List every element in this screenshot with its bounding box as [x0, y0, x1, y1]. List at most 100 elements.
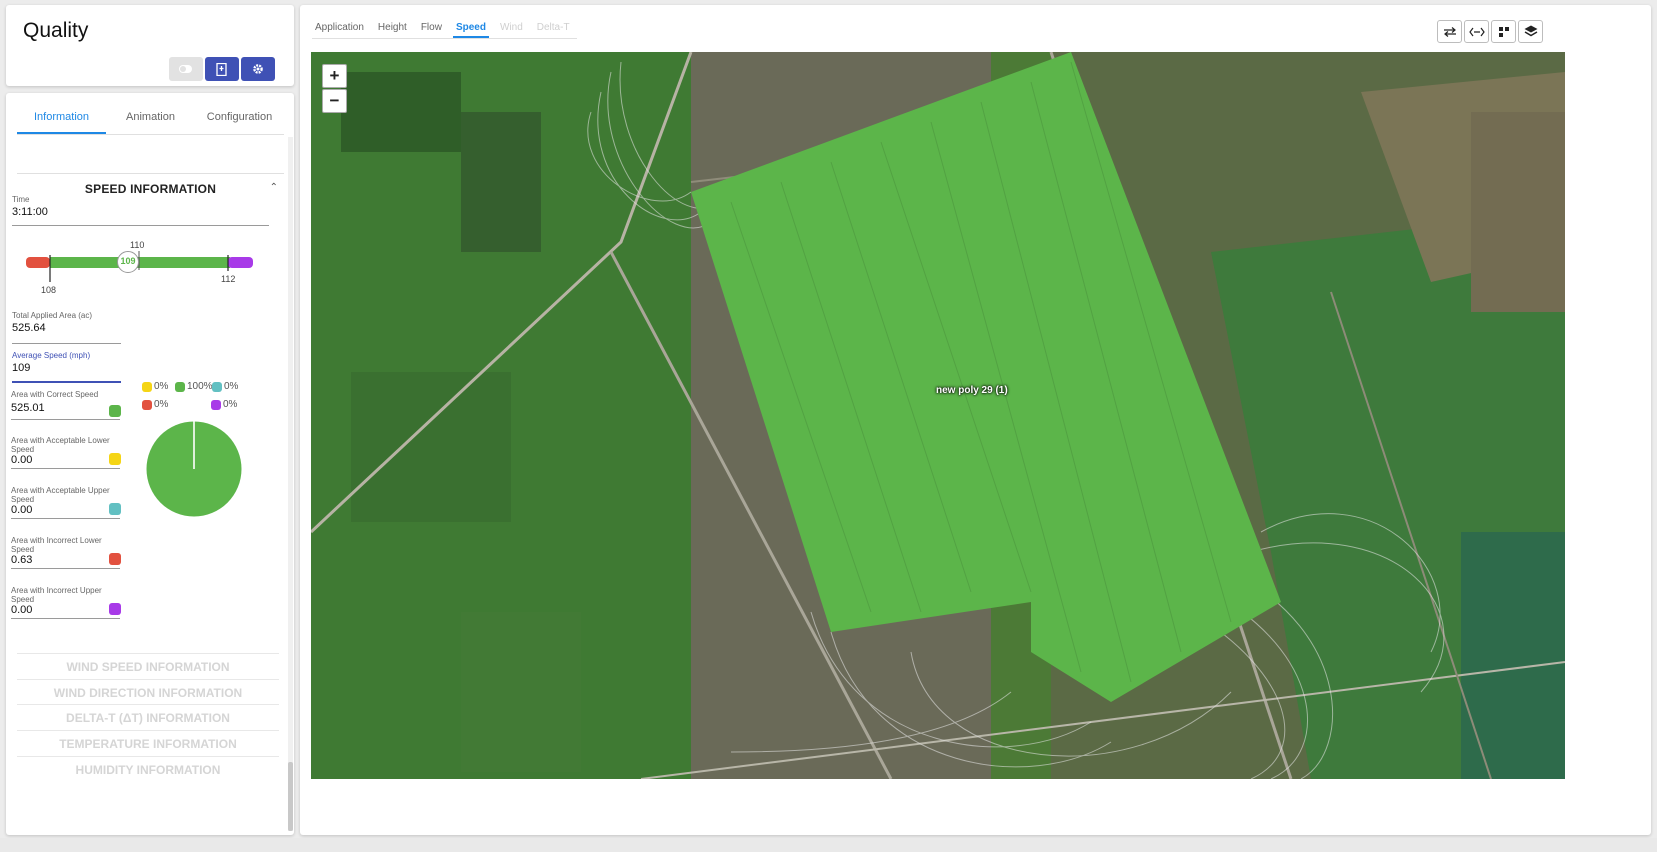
area-value: 0.00: [11, 604, 33, 616]
area-underline: [11, 518, 120, 519]
report-icon: [216, 62, 227, 76]
legend-teal-value: 0%: [224, 381, 239, 392]
legend-purple: 0%: [211, 399, 237, 410]
area-underline: [11, 618, 120, 619]
area-row-correct: Area with Correct Speed 525.01: [11, 390, 121, 420]
legend-yellow: 0%: [142, 381, 168, 392]
area-label: Area with Incorrect Upper Speed: [11, 586, 102, 604]
wind-speed-section[interactable]: WIND SPEED INFORMATION: [17, 653, 279, 679]
area-value: 525.01: [11, 402, 45, 414]
scrollbar-thumb[interactable]: [288, 762, 293, 831]
time-value: 3:11:00: [12, 206, 48, 218]
gauge-tick-top: 110: [130, 240, 145, 250]
legend-teal-swatch: [212, 381, 222, 392]
average-speed-field[interactable]: Average Speed (mph) 109: [12, 351, 121, 383]
panel-tabs: Information Animation Configuration: [17, 99, 284, 135]
tab-information[interactable]: Information: [17, 99, 106, 134]
grid-icon: [1498, 26, 1509, 37]
settings-button[interactable]: [241, 57, 275, 81]
map-imagery: [311, 52, 1565, 779]
tab-animation[interactable]: Animation: [106, 99, 195, 134]
layers-icon: [1524, 25, 1537, 37]
satellite-map[interactable]: + − new poly 29 (1): [311, 52, 1565, 779]
zoom-out-button[interactable]: −: [322, 89, 347, 113]
area-underline: [11, 468, 120, 469]
total-area-value: 525.64: [12, 322, 46, 334]
legend-red-swatch: [142, 399, 152, 410]
chevron-up-icon[interactable]: ⌃: [270, 182, 278, 193]
area-underline: [11, 568, 120, 569]
legend-red-value: 0%: [154, 399, 169, 410]
area-label: Area with Acceptable Upper Speed: [11, 486, 110, 504]
gauge-current: 109: [120, 256, 136, 266]
info-panel: Information Animation Configuration SPEE…: [6, 93, 294, 835]
bottom-strip: [0, 838, 1657, 852]
correct-color-swatch: [109, 405, 121, 417]
area-label: Area with Incorrect Lower Speed: [11, 536, 102, 554]
polygon-label: new poly 29 (1): [936, 385, 1008, 396]
tab-delta-t: Delta-T: [536, 22, 570, 33]
incorrect-upper-color-swatch: [109, 603, 121, 615]
area-row-incorrect-lower: Area with Incorrect Lower Speed 0.63: [11, 536, 121, 570]
area-row-incorrect-upper: Area with Incorrect Upper Speed 0.00: [11, 586, 121, 620]
average-speed-value[interactable]: 109: [12, 362, 121, 374]
area-row-acceptable-lower: Area with Acceptable Lower Speed 0.00: [11, 436, 121, 470]
gear-icon: [253, 64, 263, 74]
tab-height[interactable]: Height: [375, 19, 410, 38]
legend-red: 0%: [142, 399, 168, 410]
average-speed-label: Average Speed (mph): [12, 351, 91, 360]
area-value: 0.00: [11, 454, 33, 466]
legend-toggle-button[interactable]: [1491, 20, 1516, 43]
layers-button[interactable]: [1518, 20, 1543, 43]
area-value: 0.00: [11, 504, 33, 516]
toggle-button[interactable]: [169, 57, 203, 81]
report-button[interactable]: [205, 57, 239, 81]
acceptable-lower-color-swatch: [109, 453, 121, 465]
tab-speed[interactable]: Speed: [452, 19, 489, 38]
speed-pie-chart: [146, 421, 242, 517]
zoom-in-button[interactable]: +: [322, 64, 347, 88]
legend-green-swatch: [175, 381, 185, 392]
temperature-section[interactable]: TEMPERATURE INFORMATION: [17, 730, 279, 756]
legend-teal: 0%: [212, 381, 238, 392]
area-row-acceptable-upper: Area with Acceptable Upper Speed 0.00: [11, 486, 121, 520]
map-panel: Application Height Flow Speed Wind Delta…: [300, 5, 1651, 835]
swap-arrows-icon: [1443, 26, 1456, 37]
total-area-underline: [12, 343, 121, 344]
area-label: Area with Acceptable Lower Speed: [11, 436, 110, 454]
area-value: 0.63: [11, 554, 33, 566]
total-area-field: Total Applied Area (ac) 525.64: [12, 311, 121, 344]
speed-gauge: 109 110 108 112: [6, 233, 294, 295]
speed-section-title: SPEED INFORMATION: [84, 182, 217, 196]
acceptable-upper-color-swatch: [109, 503, 121, 515]
toggle-icon: [179, 65, 192, 73]
wind-direction-section[interactable]: WIND DIRECTION INFORMATION: [17, 679, 279, 705]
legend-green: 100%: [175, 381, 213, 392]
legend-yellow-value: 0%: [154, 381, 169, 392]
time-field: Time 3:11:00: [12, 195, 269, 226]
page-title: Quality: [23, 19, 89, 42]
time-label: Time: [12, 195, 30, 204]
tab-application[interactable]: Application: [312, 19, 367, 38]
area-label: Area with Correct Speed: [11, 390, 99, 399]
legend-purple-swatch: [211, 399, 221, 410]
tab-flow[interactable]: Flow: [418, 19, 445, 38]
gauge-tick-high: 112: [221, 274, 236, 284]
legend-purple-value: 0%: [223, 399, 238, 410]
legend-yellow-swatch: [142, 381, 152, 392]
time-underline: [12, 225, 269, 226]
area-underline: [11, 419, 120, 420]
tab-wind: Wind: [499, 22, 523, 33]
gauge-tick-low: 108: [41, 285, 57, 295]
quality-header-card: Quality: [6, 5, 294, 86]
legend-green-value: 100%: [187, 381, 213, 392]
map-layer-tabs: Application Height Flow Speed Wind Delta…: [312, 19, 577, 39]
incorrect-lower-color-swatch: [109, 553, 121, 565]
tab-configuration[interactable]: Configuration: [195, 99, 284, 134]
compare-button[interactable]: [1464, 20, 1489, 43]
swap-button[interactable]: [1437, 20, 1462, 43]
total-area-label: Total Applied Area (ac): [12, 311, 93, 320]
humidity-section[interactable]: HUMIDITY INFORMATION: [17, 756, 279, 782]
delta-t-section[interactable]: DELTA-T (ΔT) INFORMATION: [17, 704, 279, 730]
average-speed-underline: [12, 381, 121, 383]
